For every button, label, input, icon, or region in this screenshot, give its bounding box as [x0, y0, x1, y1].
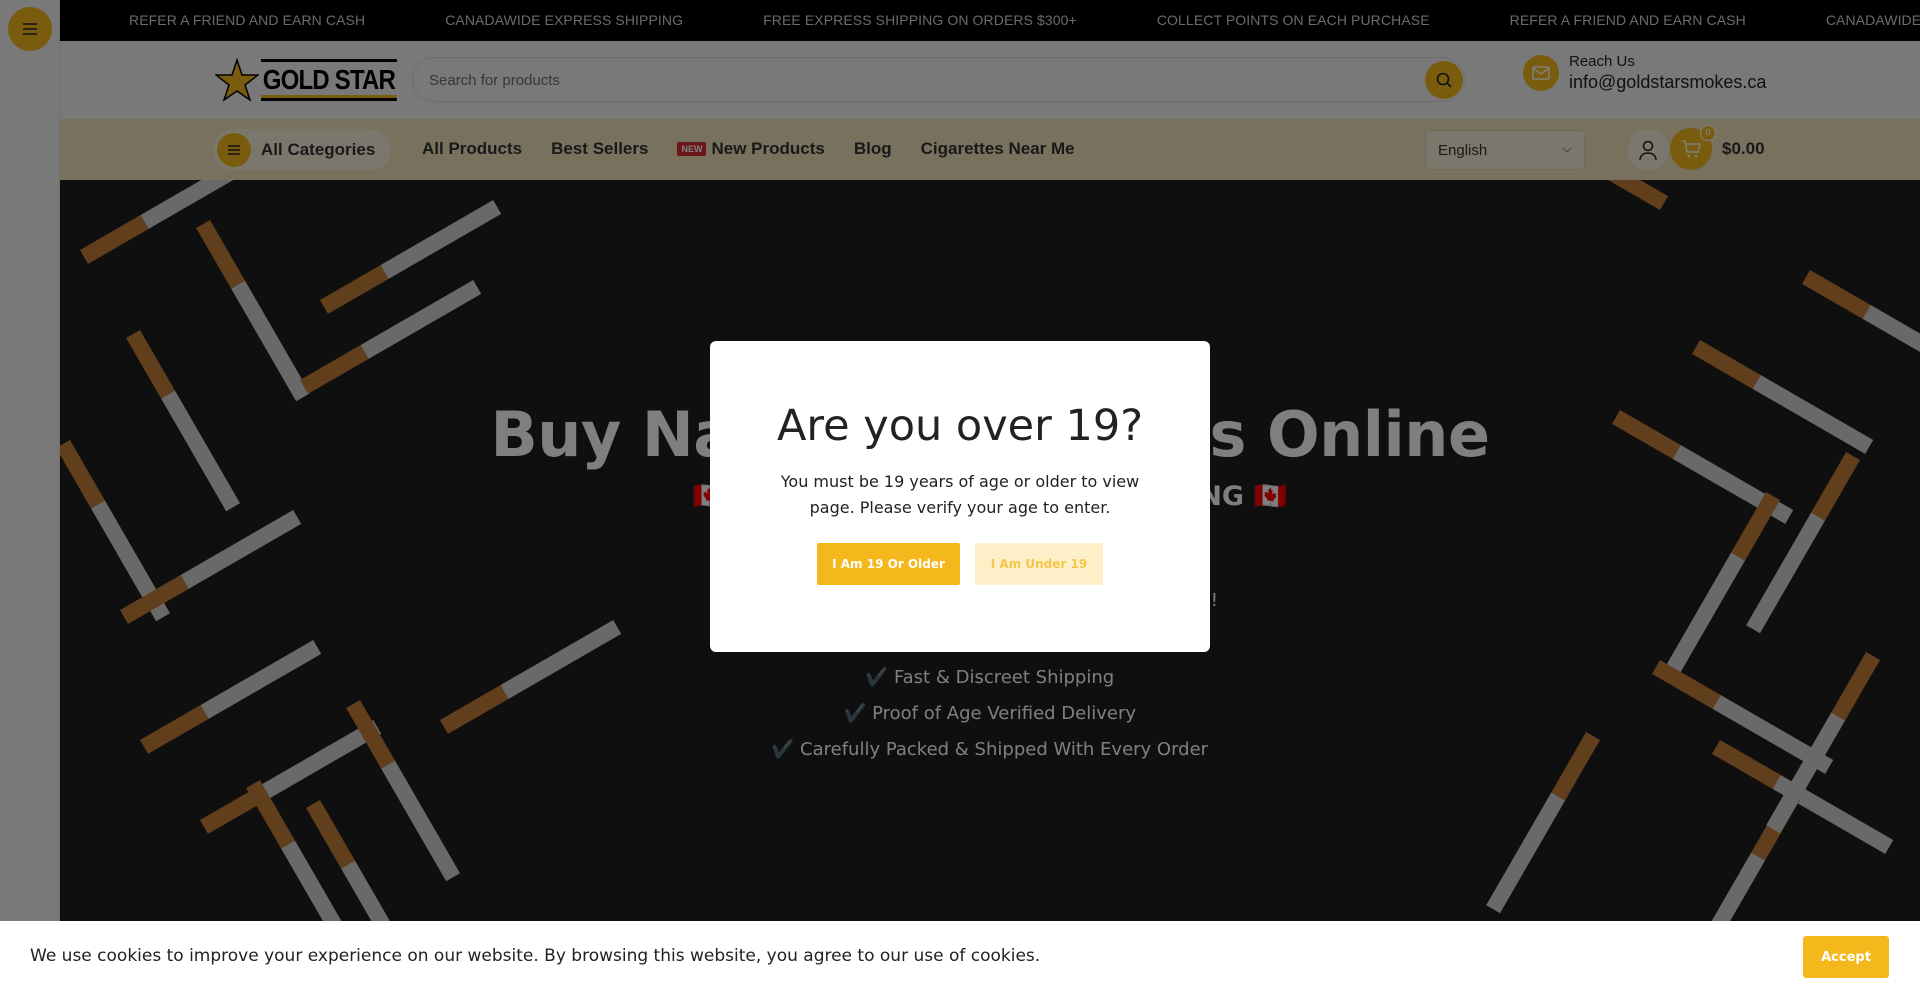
cookie-accept-button[interactable]: Accept — [1803, 936, 1889, 978]
age-verification-modal: Are you over 19? You must be 19 years of… — [710, 341, 1210, 652]
cookie-text: We use cookies to improve your experienc… — [30, 946, 1041, 966]
age-confirm-button[interactable]: I Am 19 Or Older — [817, 543, 960, 585]
cookie-banner: We use cookies to improve your experienc… — [0, 921, 1920, 993]
modal-title: Are you over 19? — [776, 401, 1144, 451]
modal-text: You must be 19 years of age or older to … — [780, 472, 1140, 517]
age-deny-button[interactable]: I Am Under 19 — [975, 543, 1103, 585]
